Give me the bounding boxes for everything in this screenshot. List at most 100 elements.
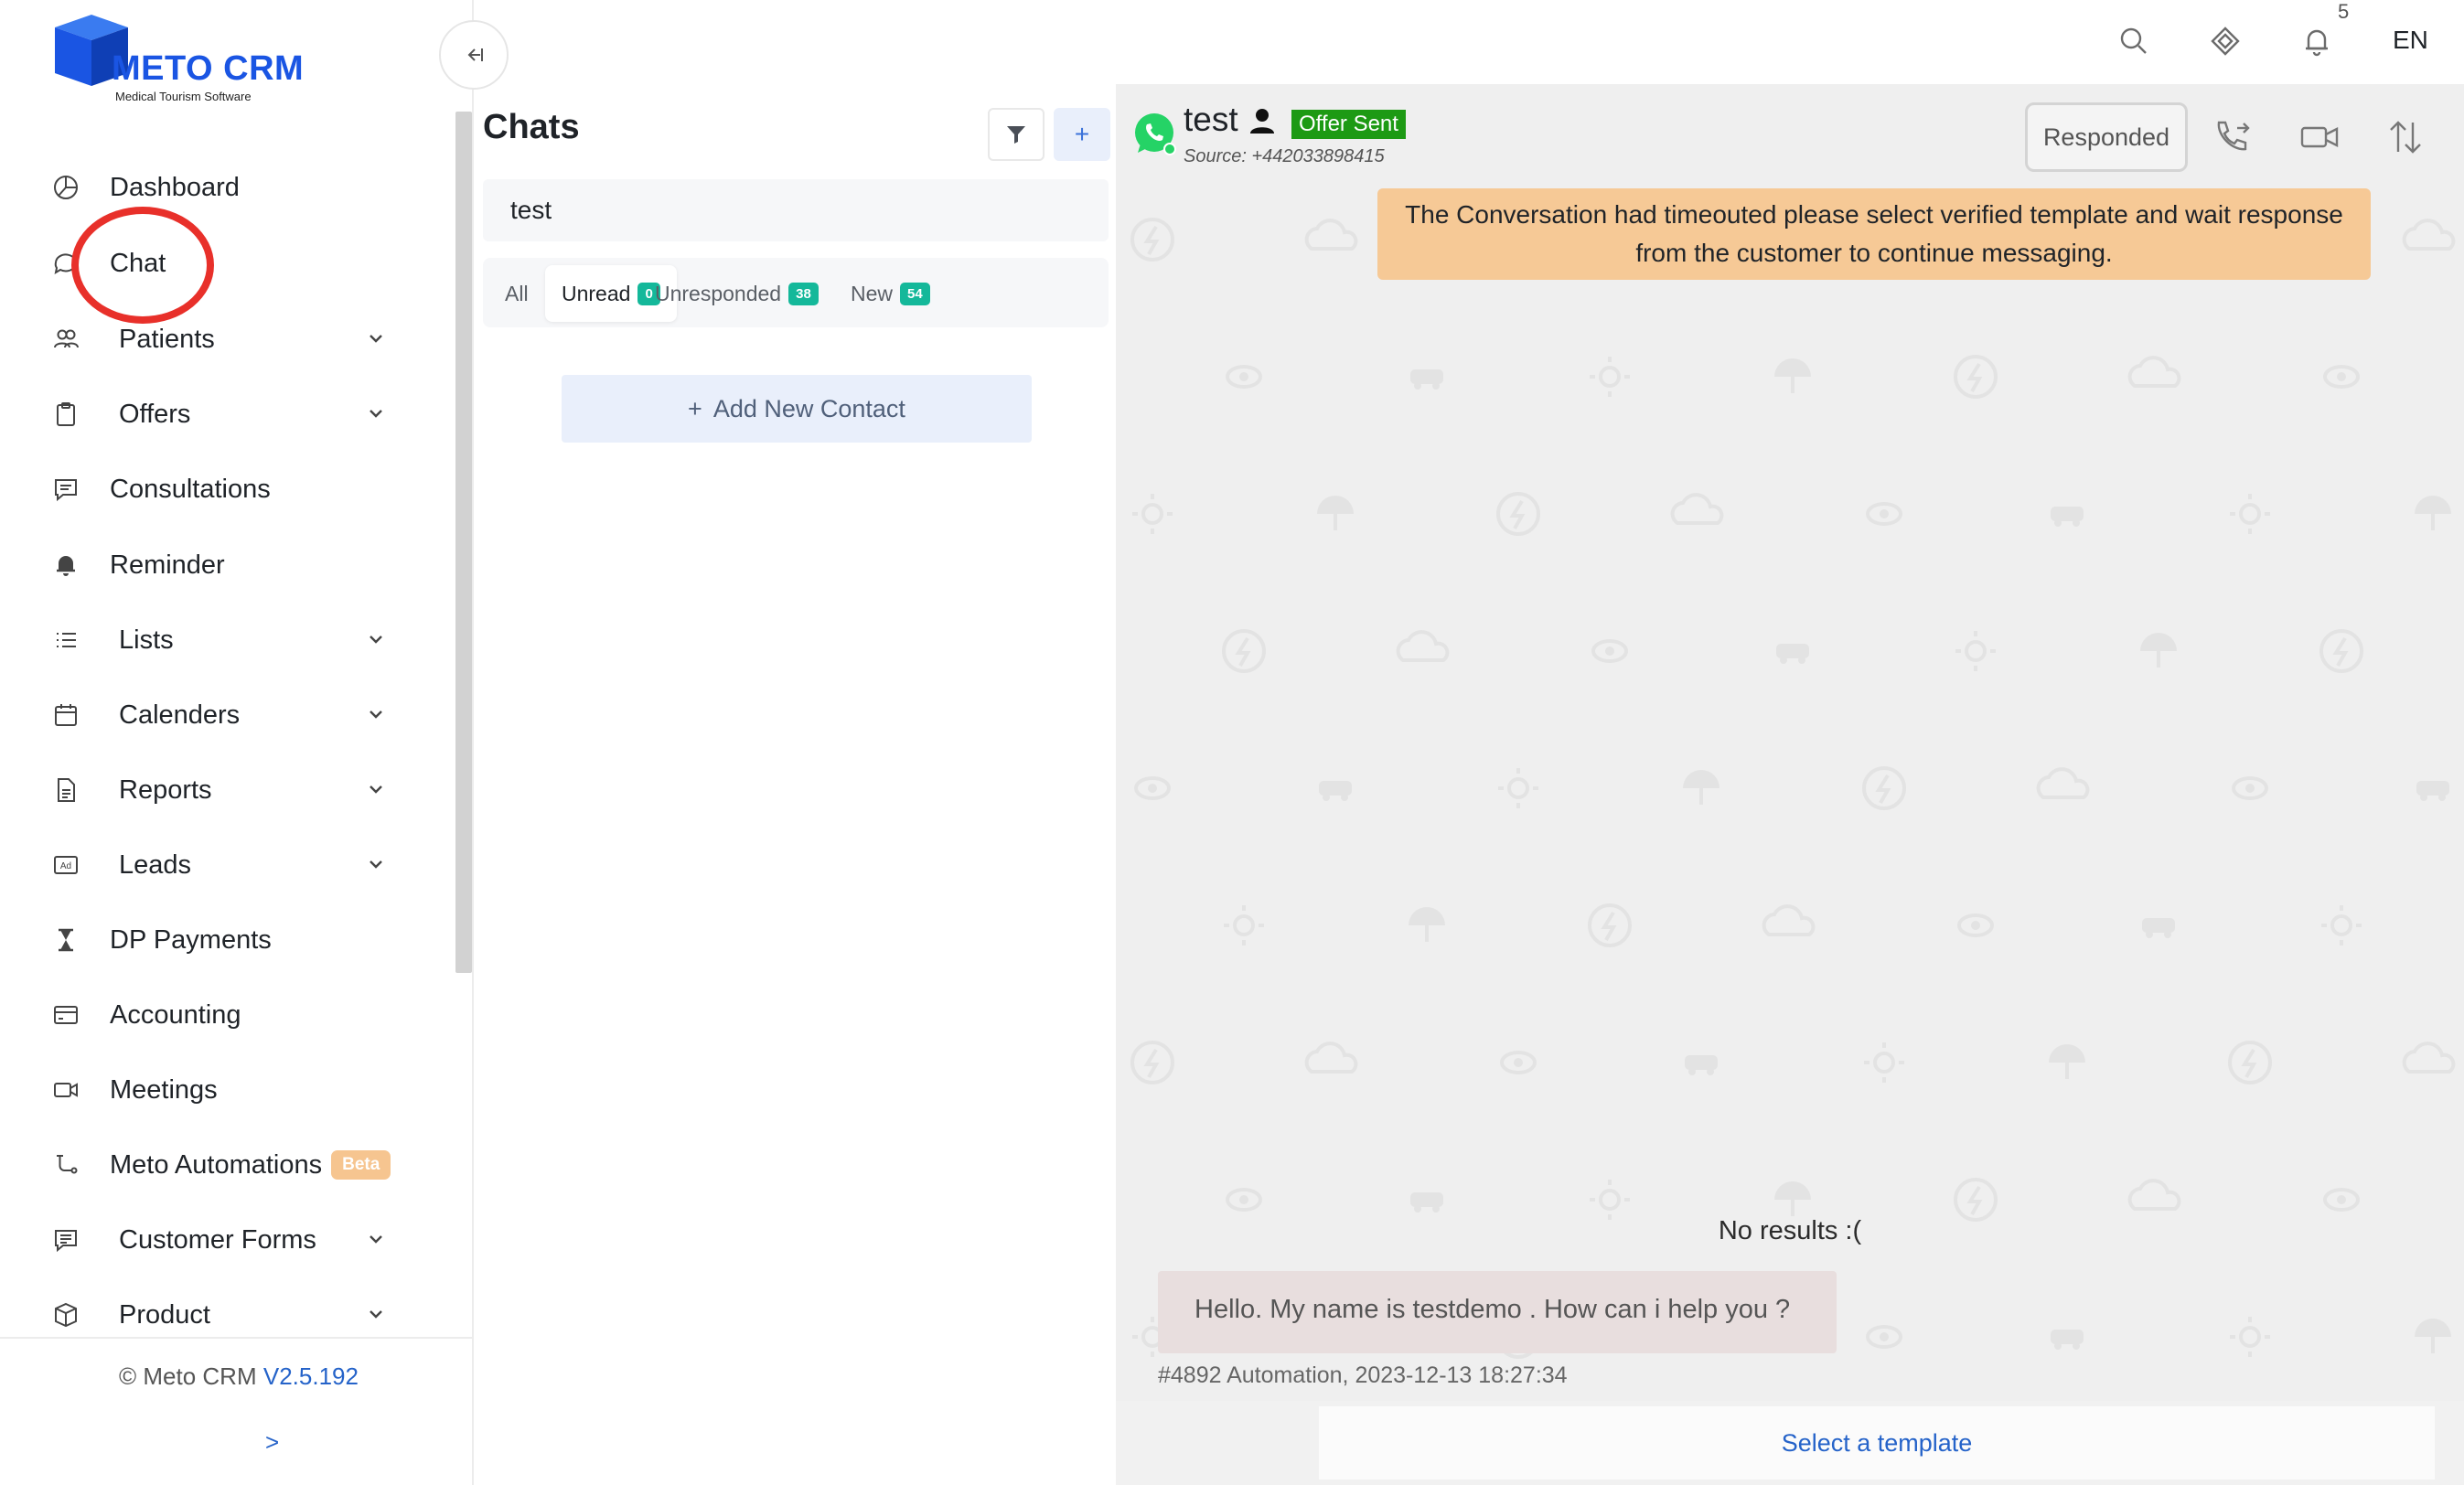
chevron-down-icon[interactable] (364, 401, 388, 425)
no-results-text: No results :( (1718, 1216, 1862, 1245)
sidebar-item-label: Leads (119, 849, 192, 880)
sidebar-item-label: Accounting (110, 999, 241, 1030)
sidebar-item-lists[interactable]: Lists (51, 613, 408, 668)
sidebar-collapse-button[interactable] (439, 20, 509, 90)
bell-icon (51, 550, 80, 580)
new-chat-button[interactable]: + (1054, 108, 1110, 161)
message-bubble: Hello. My name is testdemo . How can i h… (1158, 1271, 1837, 1353)
search-icon[interactable] (2116, 24, 2151, 59)
sidebar-item-accounting[interactable]: Accounting (51, 988, 408, 1042)
sidebar-item-label: Customer Forms (119, 1224, 316, 1255)
calendar-icon (51, 700, 80, 730)
tab-new-label: New (851, 281, 894, 305)
svg-text:Ad: Ad (60, 861, 71, 871)
list-icon (51, 625, 80, 655)
brand-tagline: Medical Tourism Software (115, 90, 252, 103)
chevron-down-icon[interactable] (364, 1302, 388, 1326)
ad-icon: Ad (51, 850, 80, 880)
add-contact-label: Add New Contact (712, 394, 905, 422)
tab-new[interactable]: New 54 (834, 265, 947, 322)
bell-icon[interactable] (2299, 24, 2334, 59)
chevron-down-icon[interactable] (364, 702, 388, 726)
sidebar-item-meto-automations[interactable]: Meto Automations Beta (51, 1138, 408, 1192)
message-square-icon (51, 475, 80, 504)
chevron-down-icon[interactable] (364, 326, 388, 350)
chat-search-input[interactable]: test (483, 179, 1109, 241)
responded-button[interactable]: Responded (2025, 102, 2188, 172)
sidebar-item-label: Patients (119, 324, 215, 354)
message-meta: #4892 Automation, 2023-12-13 18:27:34 (1158, 1362, 1568, 1388)
sidebar-item-dp-payments[interactable]: DP Payments (51, 913, 408, 967)
sidebar-item-leads[interactable]: Ad Leads (51, 838, 408, 892)
credit-card-icon (51, 1000, 80, 1030)
select-template-input[interactable]: Select a template (1319, 1406, 2435, 1480)
conversation-header: test Offer Sent Source: +442033898415 Re… (1116, 84, 2464, 185)
plus-icon: + (688, 394, 702, 422)
sidebar-item-label: Dashboard (110, 172, 240, 202)
phone-forward-icon[interactable] (2210, 115, 2254, 159)
app-root: METO CRM Medical Tourism Software Dashbo… (0, 0, 2464, 1485)
version-link[interactable]: V2.5.192 (263, 1362, 359, 1390)
sidebar-item-calenders[interactable]: Calenders (51, 688, 408, 742)
sidebar-item-label: Product (119, 1299, 210, 1330)
tab-all-label: All (505, 281, 529, 305)
tab-unread-label: Unread (562, 281, 631, 305)
sidebar-item-consultations[interactable]: Consultations (51, 462, 408, 517)
beta-badge: Beta (331, 1150, 391, 1180)
automation-icon (51, 1150, 80, 1180)
add-new-contact-button[interactable]: + Add New Contact (562, 375, 1032, 443)
status-badge: Offer Sent (1291, 110, 1406, 139)
sidebar-item-patients[interactable]: Patients (51, 312, 408, 367)
chevron-down-icon[interactable] (364, 1227, 388, 1251)
top-bar (474, 0, 2464, 84)
filter-icon (1007, 126, 1025, 144)
sidebar-item-customer-forms[interactable]: Customer Forms (51, 1213, 408, 1267)
sidebar-item-label: Lists (119, 625, 174, 655)
sidebar-item-label: Consultations (110, 474, 271, 504)
sidebar-expand-button[interactable]: > (265, 1428, 279, 1457)
tab-unresponded[interactable]: Unresponded 38 (638, 265, 835, 322)
filter-button[interactable] (988, 108, 1045, 161)
language-selector[interactable]: EN (2393, 26, 2428, 55)
contact-source: Source: +442033898415 (1184, 146, 1385, 166)
conversation-panel: test Offer Sent Source: +442033898415 Re… (1116, 84, 2464, 1485)
clipboard-icon (51, 400, 80, 429)
sidebar-item-reminder[interactable]: Reminder (51, 538, 408, 593)
sort-arrows-icon[interactable] (2384, 115, 2427, 159)
sidebar-item-offers[interactable]: Offers (51, 387, 408, 442)
sidebar-item-product[interactable]: Product (51, 1287, 408, 1342)
person-icon[interactable] (1248, 106, 1277, 135)
sidebar-item-label: Offers (119, 399, 191, 429)
sidebar-item-reports[interactable]: Reports (51, 763, 408, 817)
pie-chart-icon (51, 173, 80, 202)
form-icon (51, 1225, 80, 1255)
sidebar-item-label: Meetings (110, 1074, 218, 1105)
diamond-icon[interactable] (2208, 24, 2243, 59)
whatsapp-icon (1135, 113, 1176, 155)
sidebar-item-label: DP Payments (110, 924, 272, 955)
sidebar-item-label: Reminder (110, 550, 225, 580)
tab-unresponded-label: Unresponded (655, 281, 782, 305)
chats-panel: Chats + test All Unread 0 Unresponded 38… (474, 84, 1116, 1485)
chevron-down-icon[interactable] (364, 777, 388, 801)
collapse-left-icon (467, 48, 483, 61)
unresponded-count-badge: 38 (788, 282, 819, 305)
sidebar-item-label: Reports (119, 775, 212, 805)
sidebar-item-meetings[interactable]: Meetings (51, 1063, 408, 1117)
contact-name: test (1184, 101, 1238, 138)
chevron-down-icon[interactable] (364, 852, 388, 876)
tab-all[interactable]: All (488, 265, 545, 322)
sidebar-item-dashboard[interactable]: Dashboard (51, 160, 408, 215)
chat-filter-tabs: All Unread 0 Unresponded 38 New 54 (483, 258, 1109, 327)
video-icon (51, 1075, 80, 1105)
copyright-text: © Meto CRM (119, 1362, 257, 1390)
sidebar-scrollbar[interactable] (455, 112, 472, 973)
chevron-down-icon[interactable] (364, 627, 388, 651)
brand-name: METO CRM (112, 49, 305, 88)
box-icon (51, 1300, 80, 1330)
sidebar-item-label: Meto Automations (110, 1149, 323, 1180)
timeout-notice: The Conversation had timeouted please se… (1377, 188, 2371, 280)
video-call-icon[interactable] (2298, 115, 2341, 159)
brand-logo[interactable]: METO CRM Medical Tourism Software (51, 11, 326, 103)
sidebar: METO CRM Medical Tourism Software Dashbo… (0, 0, 509, 1485)
